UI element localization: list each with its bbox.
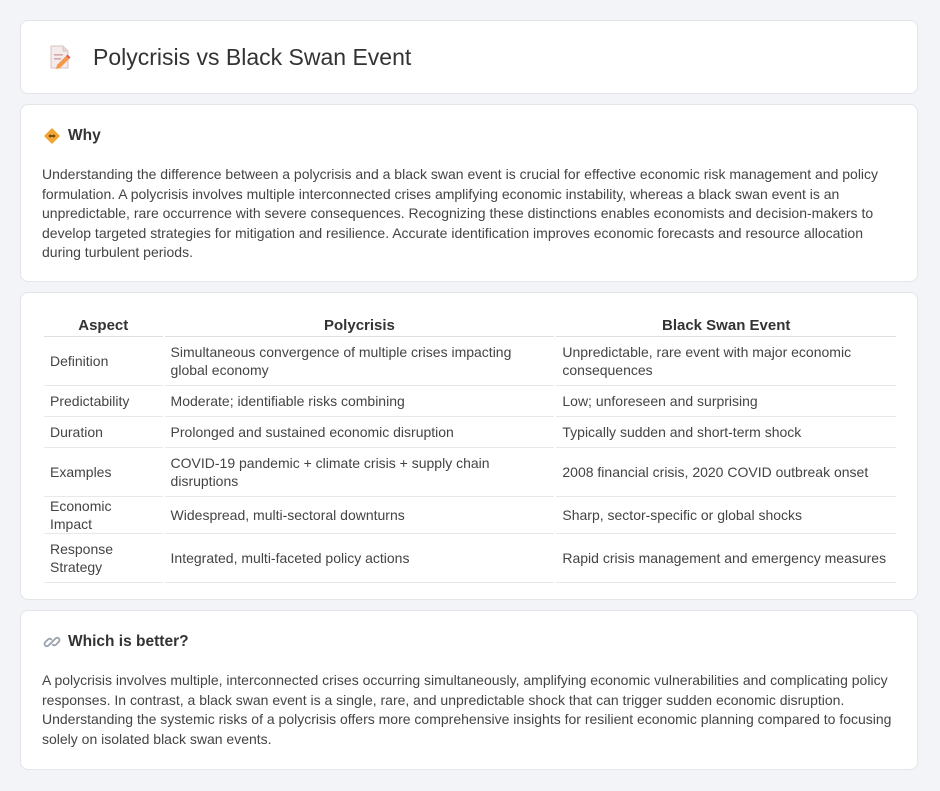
- table-row: Predictability Moderate; identifiable ri…: [44, 386, 896, 417]
- table-row: Duration Prolonged and sustained economi…: [44, 417, 896, 448]
- document-edit-icon: [47, 43, 73, 71]
- better-title: Which is better?: [68, 633, 189, 650]
- table-row: Economic Impact Widespread, multi-sector…: [44, 497, 896, 534]
- table-header-row: Aspect Polycrisis Black Swan Event: [44, 314, 896, 337]
- black-swan-cell: Low; unforeseen and surprising: [556, 386, 896, 417]
- polycrisis-cell: Integrated, multi-faceted policy actions: [164, 534, 555, 583]
- aspect-cell: Response Strategy: [44, 534, 163, 583]
- better-text: A polycrisis involves multiple, intercon…: [42, 672, 892, 747]
- black-swan-cell: Unpredictable, rare event with major eco…: [556, 337, 896, 386]
- why-card: Why Understanding the difference between…: [20, 104, 918, 282]
- black-swan-cell: Typically sudden and short-term shock: [556, 417, 896, 448]
- polycrisis-cell: Prolonged and sustained economic disrupt…: [164, 417, 555, 448]
- link-icon: [43, 633, 61, 651]
- comparison-card: Aspect Polycrisis Black Swan Event Defin…: [20, 292, 918, 600]
- black-swan-cell: Sharp, sector-specific or global shocks: [556, 497, 896, 534]
- title-row: Polycrisis vs Black Swan Event: [47, 43, 411, 71]
- why-text: Understanding the difference between a p…: [42, 166, 879, 261]
- column-header-polycrisis: Polycrisis: [164, 314, 555, 337]
- aspect-cell: Duration: [44, 417, 163, 448]
- table-row: Examples COVID-19 pandemic + climate cri…: [44, 448, 896, 497]
- table-row: Definition Simultaneous convergence of m…: [44, 337, 896, 386]
- black-swan-cell: 2008 financial crisis, 2020 COVID outbre…: [556, 448, 896, 497]
- why-header: Why: [43, 127, 101, 145]
- aspect-cell: Predictability: [44, 386, 163, 417]
- aspect-cell: Definition: [44, 337, 163, 386]
- polycrisis-cell: Simultaneous convergence of multiple cri…: [164, 337, 555, 386]
- polycrisis-cell: Moderate; identifiable risks combining: [164, 386, 555, 417]
- which-better-card: Which is better? A polycrisis involves m…: [20, 610, 918, 770]
- better-header: Which is better?: [43, 633, 189, 651]
- aspect-cell: Economic Impact: [44, 497, 163, 534]
- polycrisis-cell: COVID-19 pandemic + climate crisis + sup…: [164, 448, 555, 497]
- column-header-black-swan: Black Swan Event: [556, 314, 896, 337]
- polycrisis-cell: Widespread, multi-sectoral downturns: [164, 497, 555, 534]
- aspect-cell: Examples: [44, 448, 163, 497]
- title-card: Polycrisis vs Black Swan Event: [20, 20, 918, 94]
- diamond-warning-icon: [43, 127, 61, 145]
- page-title: Polycrisis vs Black Swan Event: [93, 43, 412, 70]
- column-header-aspect: Aspect: [44, 314, 163, 337]
- comparison-table: Aspect Polycrisis Black Swan Event Defin…: [42, 314, 898, 583]
- table-row: Response Strategy Integrated, multi-face…: [44, 534, 896, 583]
- black-swan-cell: Rapid crisis management and emergency me…: [556, 534, 896, 583]
- why-title: Why: [68, 127, 101, 144]
